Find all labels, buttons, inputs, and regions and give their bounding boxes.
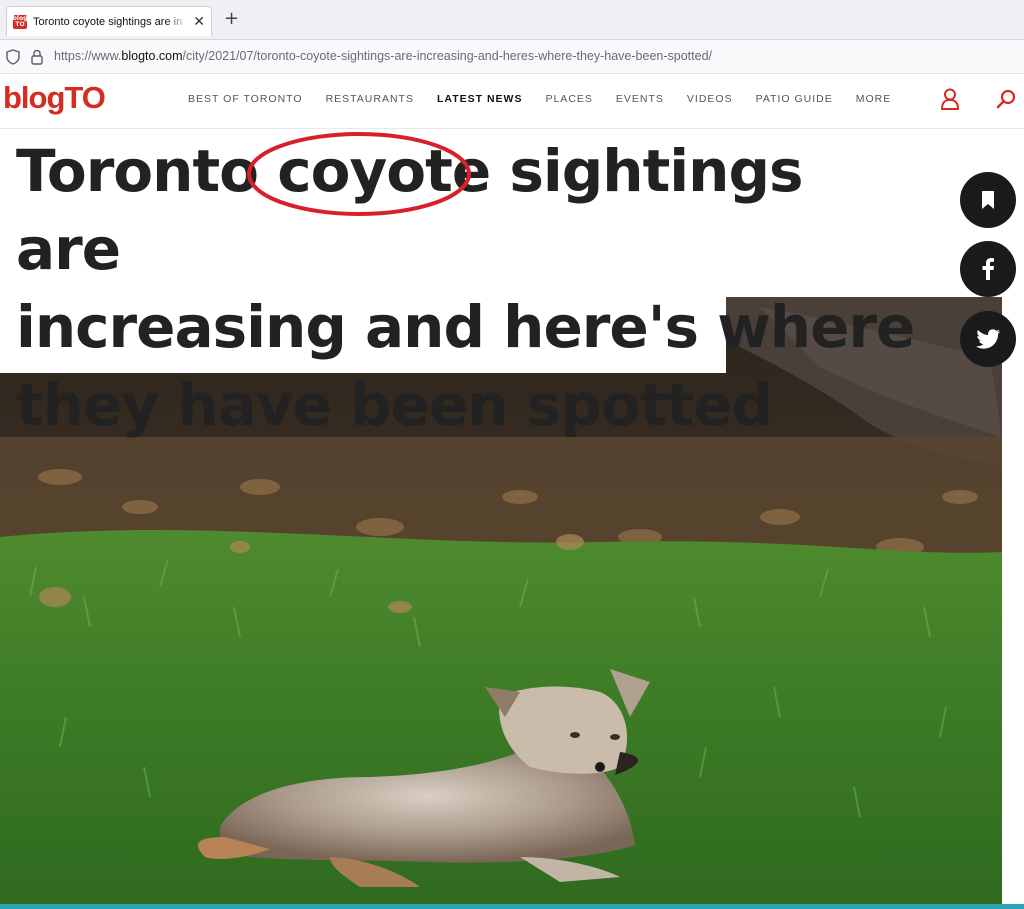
facebook-icon [982,258,994,280]
headline-line-3: they have been spotted [16,371,773,439]
nav-item-patio-guide[interactable]: PATIO GUIDE [756,93,833,105]
headline-line-2: increasing and here's where [16,293,915,361]
nav-item-events[interactable]: EVENTS [616,93,664,105]
search-icon[interactable] [996,89,1016,109]
page-bottom-accent [0,904,1024,909]
user-icon[interactable] [940,88,960,110]
tab-title: Toronto coyote sightings are in [33,15,183,28]
favicon-icon: blog TO [12,14,28,29]
bookmark-icon [982,191,994,209]
url-host: blogto.com [121,49,183,63]
facebook-share-button[interactable] [960,241,1016,297]
url-text[interactable]: https://www.blogto.com/city/2021/07/toro… [54,49,712,63]
url-prefix: https://www. [54,49,122,63]
headline-text: Toronto [16,137,278,205]
red-circle-annotation [247,132,471,216]
nav-item-videos[interactable]: VIDEOS [687,93,733,105]
new-tab-button[interactable]: + [224,8,239,29]
site-logo[interactable]: blogTO [3,80,106,116]
shield-icon[interactable] [6,49,20,65]
nav-item-more[interactable]: MORE [856,93,892,105]
bookmark-button[interactable] [960,172,1016,228]
nav-item-restaurants[interactable]: RESTAURANTS [326,93,414,105]
browser-tab[interactable]: blog TO Toronto coyote sightings are in … [6,6,212,36]
main-nav: BEST OF TORONTO RESTAURANTS LATEST NEWS … [188,93,914,105]
tab-close-button[interactable]: ✕ [193,14,205,30]
twitter-share-button[interactable] [960,311,1016,367]
lock-icon[interactable] [31,49,43,65]
nav-item-latest-news[interactable]: LATEST NEWS [437,93,522,105]
nav-item-best-of-toronto[interactable]: BEST OF TORONTO [188,93,303,105]
twitter-icon [976,329,1000,349]
nav-item-places[interactable]: PLACES [545,93,592,105]
url-path: /city/2021/07/toronto-coyote-sightings-a… [182,49,712,63]
